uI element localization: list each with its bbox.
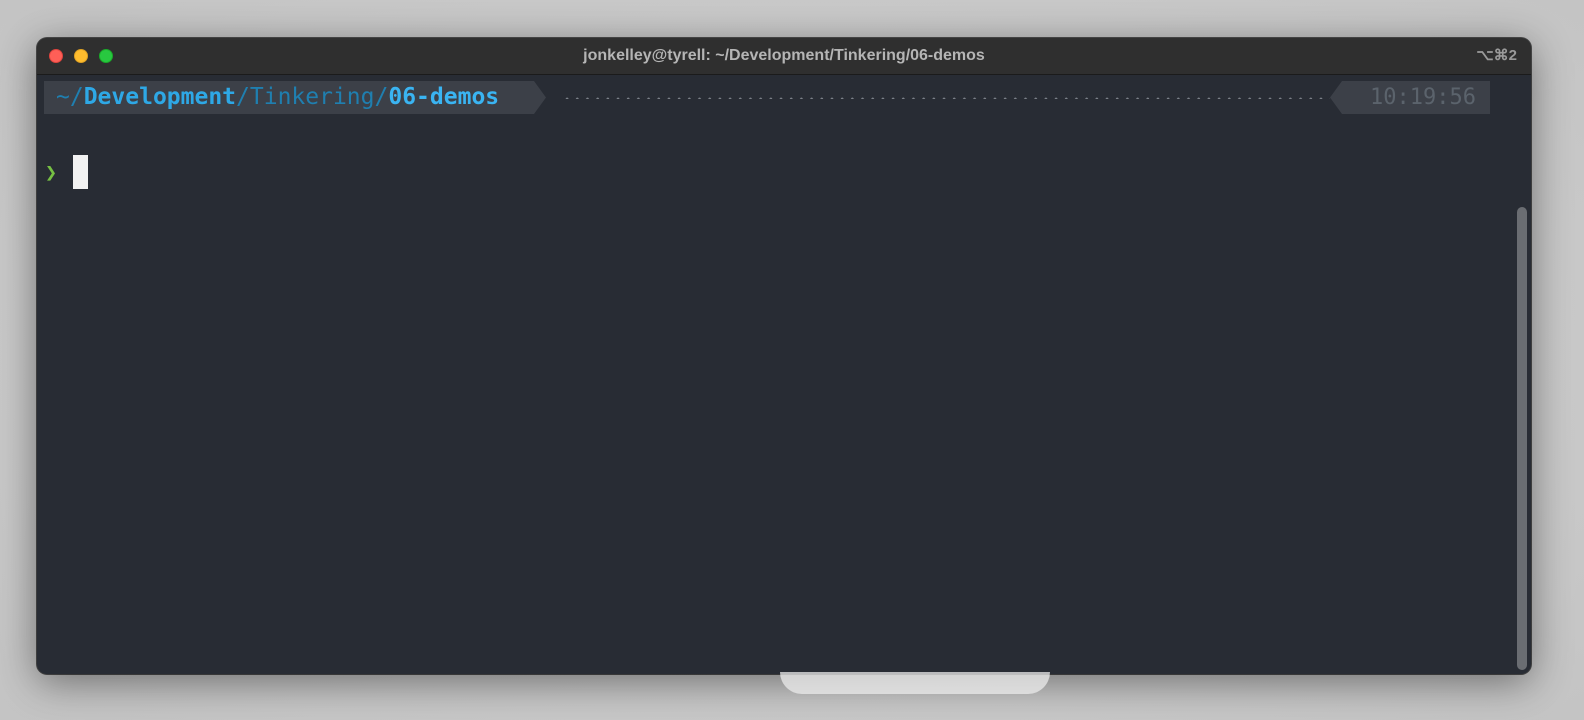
- titlebar[interactable]: jonkelley@tyrell: ~/Development/Tinkerin…: [37, 38, 1531, 75]
- window-title: jonkelley@tyrell: ~/Development/Tinkerin…: [583, 47, 985, 64]
- text-cursor: [73, 155, 88, 189]
- path-current-dir: 06-demos: [388, 84, 500, 110]
- prompt-chevron-icon: ❯: [45, 160, 58, 184]
- window-shortcut: ⌥⌘2: [1476, 47, 1517, 64]
- scrollbar-thumb[interactable]: [1517, 207, 1527, 670]
- desktop: jonkelley@tyrell: ~/Development/Tinkerin…: [0, 0, 1584, 720]
- prompt-filler-dots: [562, 97, 1330, 99]
- scrollbar[interactable]: [1517, 115, 1527, 670]
- path-root: ~/: [56, 84, 84, 110]
- terminal-area[interactable]: ~/Development/Tinkering/06-demos 10:19:5…: [37, 75, 1531, 674]
- path-development: Development: [83, 84, 237, 110]
- prompt-time: 10:19:56: [1330, 81, 1490, 114]
- path-segment: ~/Development/Tinkering/06-demos: [44, 81, 546, 114]
- path-tinkering: /Tinkering/: [236, 84, 389, 110]
- dock-edge: [780, 672, 1050, 694]
- terminal-window: jonkelley@tyrell: ~/Development/Tinkerin…: [37, 38, 1531, 674]
- prompt-line: ~/Development/Tinkering/06-demos 10:19:5…: [44, 81, 1490, 114]
